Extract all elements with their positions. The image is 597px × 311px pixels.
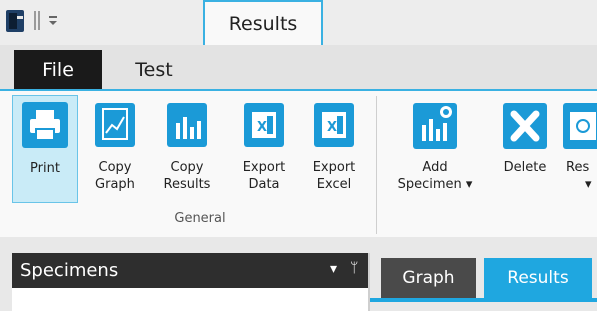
delete-icon [503, 103, 547, 149]
group-label-general: General [174, 211, 226, 226]
ribbon-group-separator [376, 96, 377, 234]
reset-label: Res [566, 160, 590, 175]
reset-button[interactable]: Res ▾ [563, 96, 597, 202]
copy-results-label: Copy Results [163, 160, 211, 192]
copy-results-icon [167, 103, 207, 147]
add-specimen-button[interactable]: Add Specimen ▾ [390, 96, 480, 202]
tab-graph[interactable]: Graph [381, 258, 476, 298]
pin-icon[interactable]: ᛘ [350, 260, 358, 276]
print-icon [22, 102, 68, 148]
copy-graph-label: Copy Graph [95, 160, 135, 192]
add-specimen-label: Add Specimen ▾ [397, 160, 473, 192]
print-button[interactable]: Print [12, 95, 78, 203]
panel-dropdown-icon[interactable]: ▾ [330, 261, 337, 277]
tab-results-view[interactable]: Results [484, 258, 592, 298]
add-specimen-icon [413, 103, 457, 149]
panel-splitter[interactable] [368, 253, 370, 311]
export-excel-button[interactable]: X Export Excel [304, 96, 364, 202]
reset-icon [563, 103, 597, 149]
copy-graph-icon [95, 103, 135, 147]
ribbon-tab-strip: File Test [0, 45, 597, 89]
specimens-panel-title: Specimens [20, 260, 119, 281]
export-excel-label: Export Excel [312, 160, 356, 192]
app-icon[interactable] [5, 8, 27, 34]
copy-results-button[interactable]: Copy Results [157, 96, 217, 202]
excel-icon: X [244, 103, 284, 147]
export-data-button[interactable]: X Export Data [234, 96, 294, 202]
specimens-panel-body [12, 288, 368, 311]
customize-quick-access-icon[interactable] [48, 13, 58, 27]
svg-text:X: X [327, 120, 337, 135]
delete-label: Delete [503, 160, 547, 175]
view-tab-underline [370, 298, 597, 302]
svg-text:X: X [257, 120, 267, 135]
tab-file[interactable]: File [14, 50, 102, 89]
quick-access-separator-icon [34, 11, 40, 30]
tab-results[interactable]: Results [203, 0, 323, 45]
reset-dropdown-icon: ▾ [585, 177, 592, 192]
print-label: Print [30, 161, 60, 176]
delete-button[interactable]: Delete [494, 96, 556, 202]
specimens-panel-header: Specimens ▾ ᛘ [12, 253, 368, 288]
export-data-label: Export Data [242, 160, 286, 192]
excel-icon: X [314, 103, 354, 147]
tab-test[interactable]: Test [116, 50, 192, 89]
copy-graph-button[interactable]: Copy Graph [88, 96, 142, 202]
